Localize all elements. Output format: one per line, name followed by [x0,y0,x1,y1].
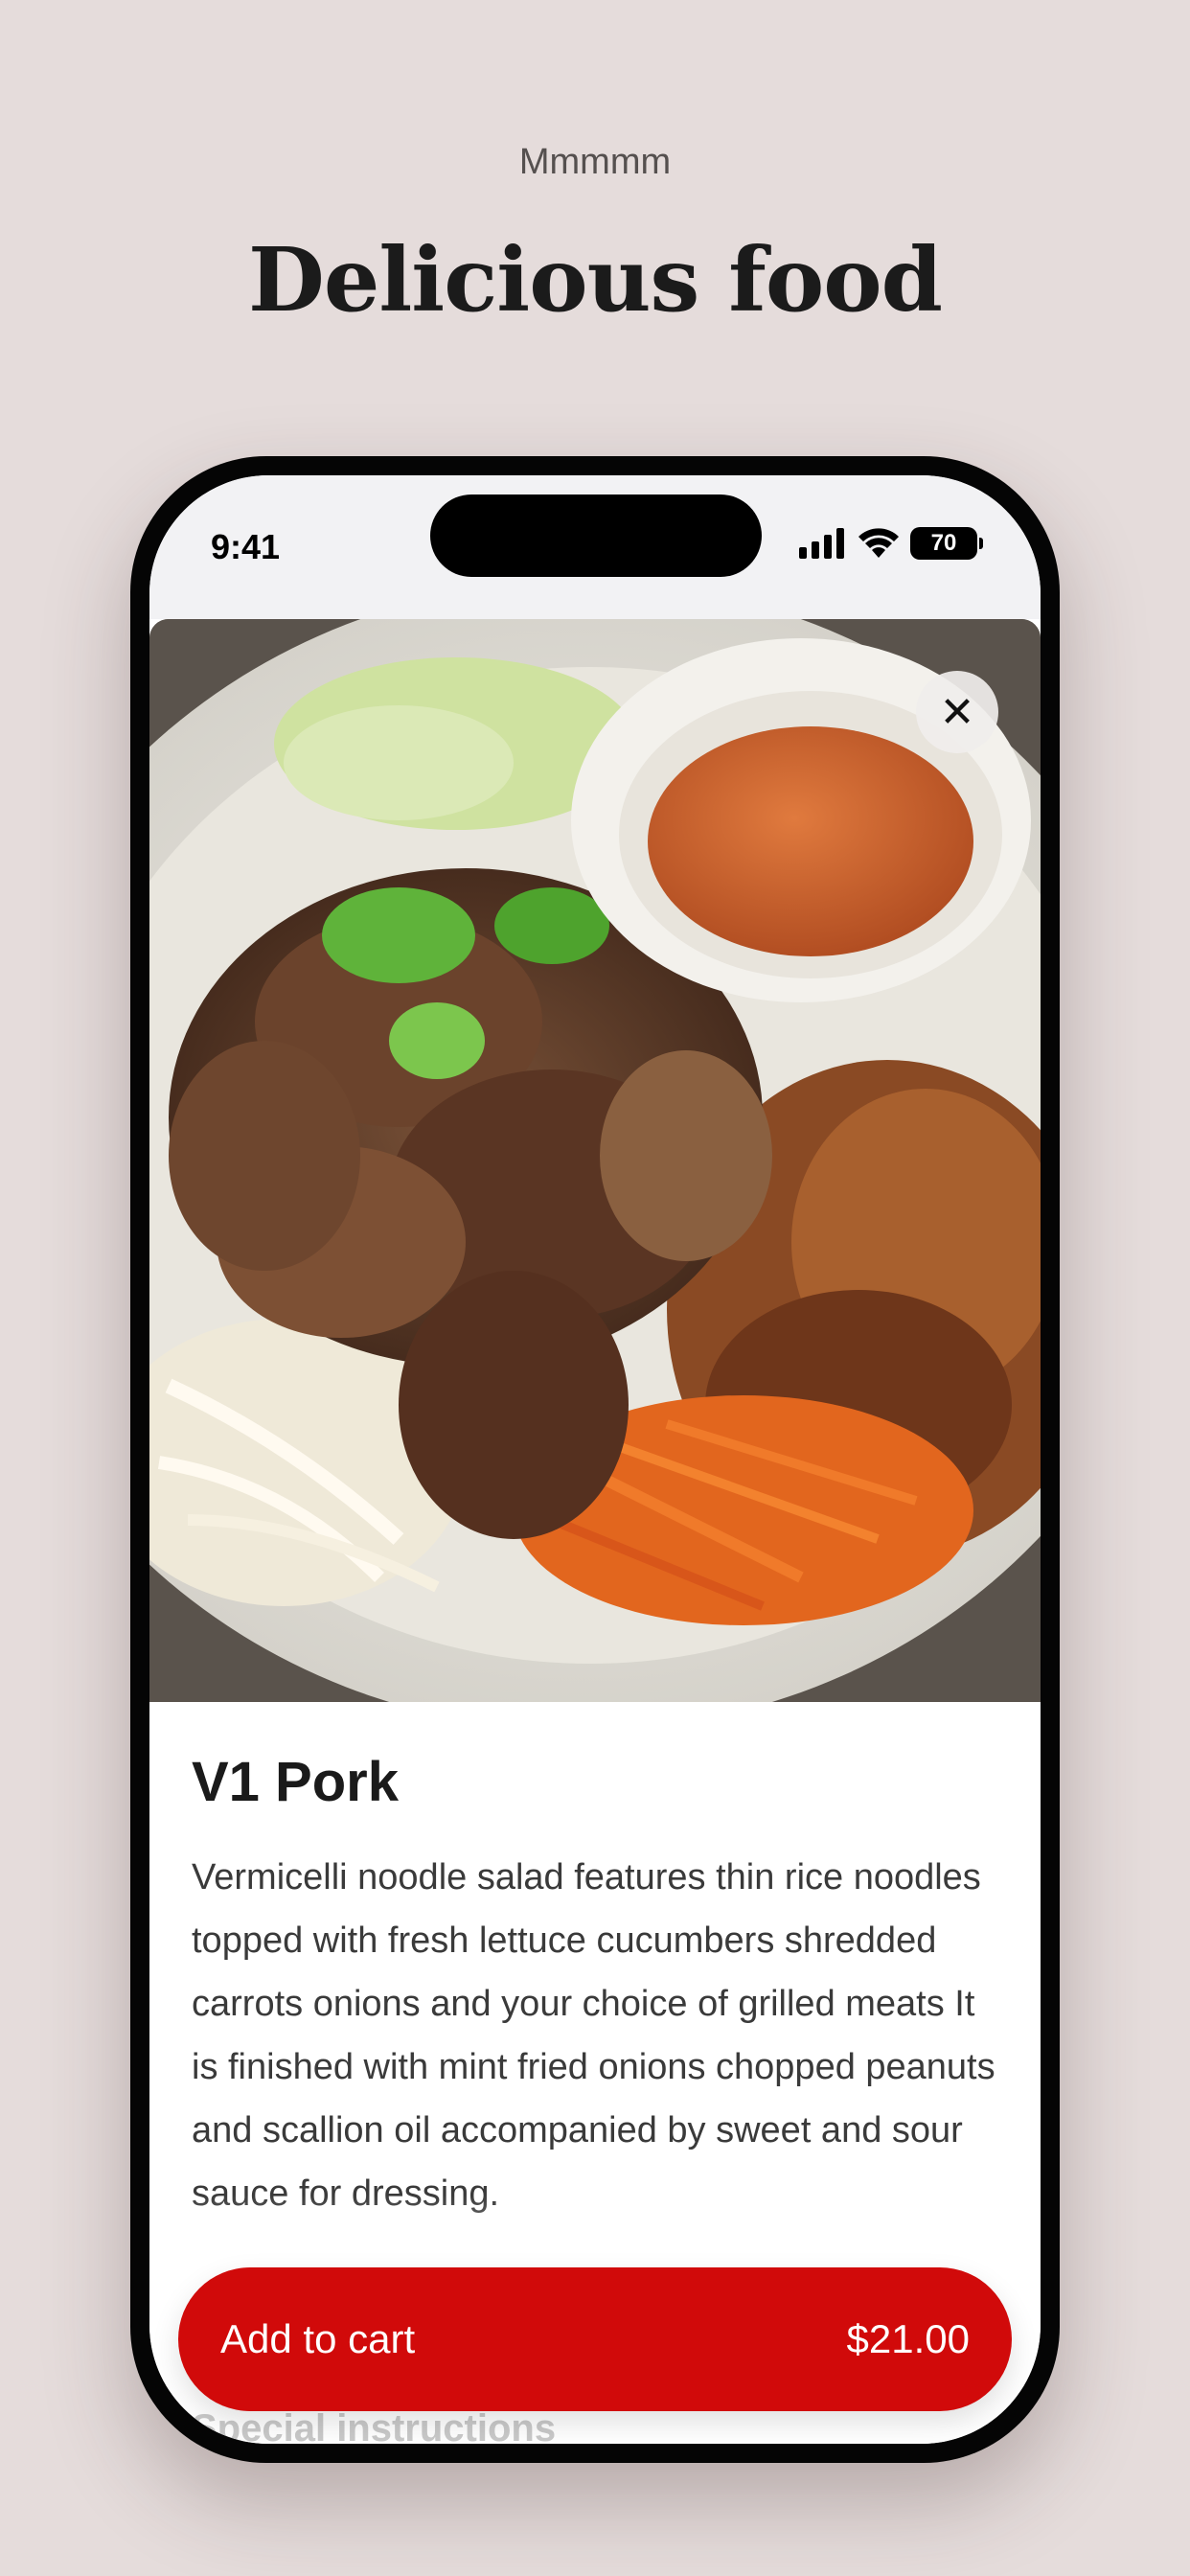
status-bar: 9:41 70 [149,475,1041,619]
add-to-cart-button[interactable]: Add to cart $21.00 [178,2267,1012,2411]
cart-price: $21.00 [846,2316,970,2361]
page-headline: Delicious food [248,228,943,332]
eyebrow-text: Mmmmm [518,142,672,182]
close-button[interactable]: ✕ [916,671,998,753]
special-instructions-label: Special instructions [192,2407,557,2444]
signal-icon [799,528,844,559]
battery-icon: 70 [910,527,983,560]
phone-frame: 9:41 70 ✕ V1 Pork Vermicelli noodle sala… [130,456,1060,2463]
close-icon: ✕ [939,688,975,736]
status-time: 9:41 [211,527,281,566]
status-icons: 70 [797,527,983,560]
add-to-cart-label: Add to cart [220,2316,416,2361]
wifi-icon [858,528,899,558]
product-title: V1 Pork [192,1751,399,1813]
dynamic-island [430,494,762,577]
phone-screen: 9:41 70 ✕ V1 Pork Vermicelli noodle sala… [149,475,1041,2444]
food-photo [149,619,1041,1702]
